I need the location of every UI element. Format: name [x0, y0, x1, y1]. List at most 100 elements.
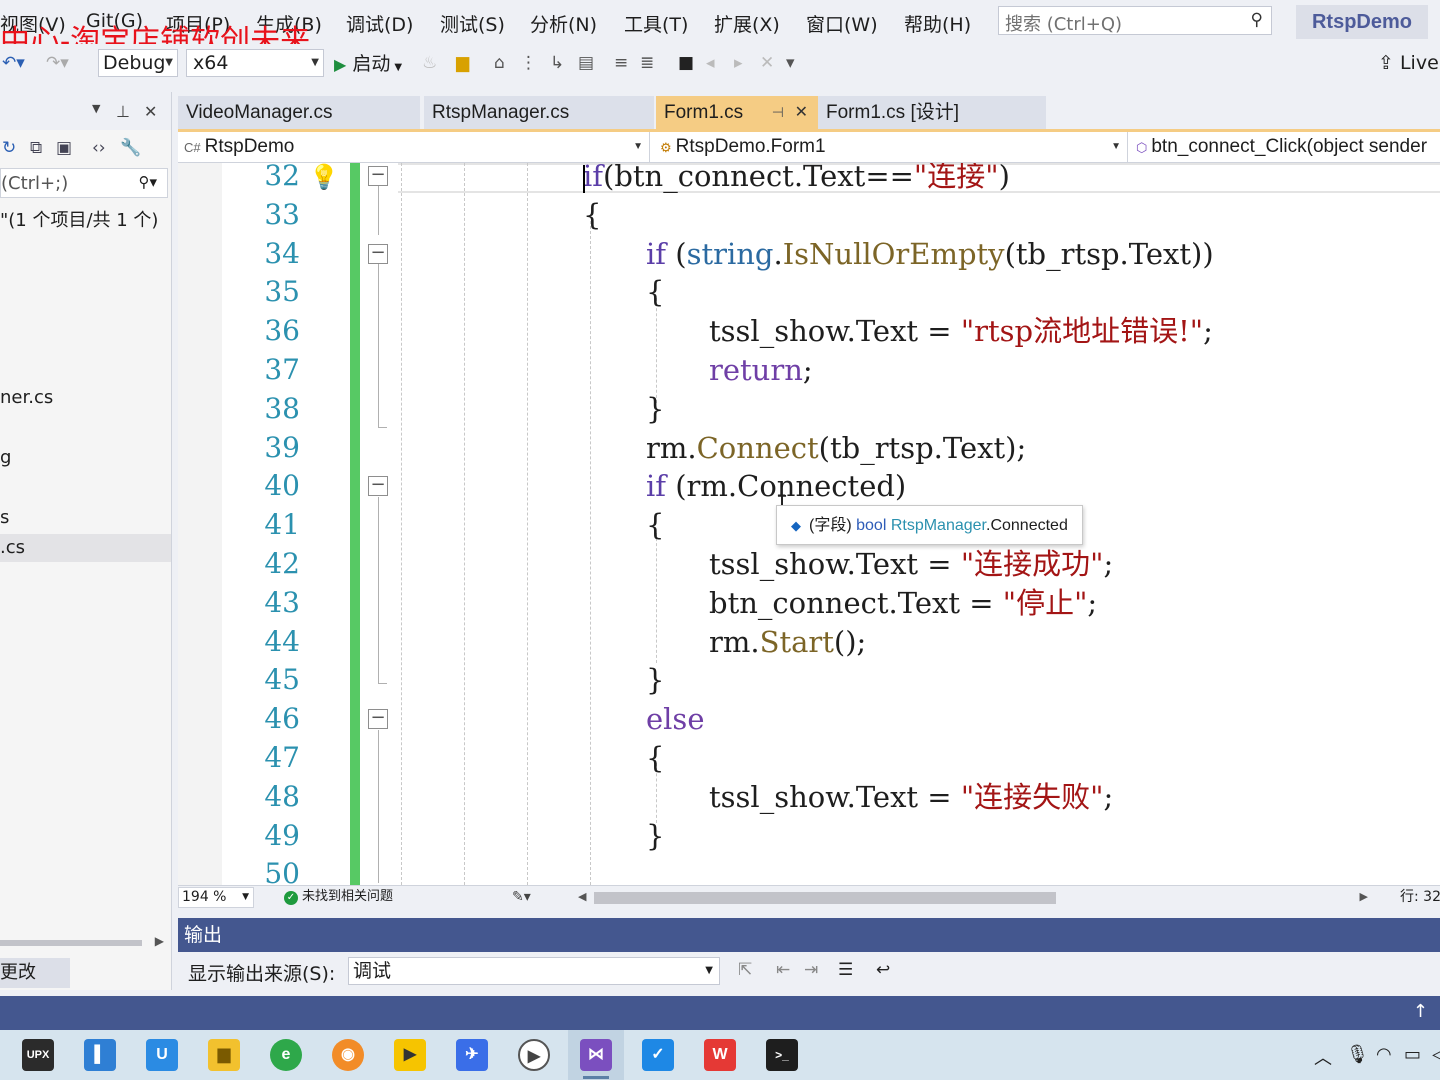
collapse-icon[interactable]: − [368, 476, 388, 497]
lightbulb-icon[interactable]: 💡 [309, 163, 339, 191]
project-dropdown[interactable]: C# RtspDemo ▼ [178, 132, 650, 163]
properties-icon[interactable]: 🔧 [120, 138, 141, 158]
visual-studio-icon[interactable]: ⋈ [580, 1039, 612, 1071]
comment-icon[interactable]: ≡ [614, 53, 628, 73]
platform-dropdown[interactable]: x64 ▼ [186, 49, 324, 77]
player-app-icon[interactable]: ▶ [394, 1039, 426, 1071]
member-dropdown[interactable]: ⬡ btn_connect_Click(object sender [1130, 132, 1440, 163]
battery-icon[interactable]: ▭ [1404, 1044, 1421, 1065]
close-icon[interactable]: ✕ [144, 102, 157, 121]
solution-item[interactable]: g [0, 444, 171, 472]
toolbar-options-icon[interactable]: ▾ [786, 53, 795, 73]
step-icon[interactable]: ↳ [550, 53, 564, 73]
feishu-app-icon[interactable]: ✈ [456, 1039, 488, 1071]
media-app-icon[interactable]: ◉ [332, 1039, 364, 1071]
quickinfo-tooltip: ◆ (字段) bool RtspManager.Connected [776, 505, 1083, 545]
uncomment-icon[interactable]: ≣ [640, 53, 654, 73]
solution-item-selected[interactable]: .cs [0, 534, 171, 562]
security-app-icon[interactable]: U [146, 1039, 178, 1071]
hot-reload-icon[interactable]: ♨ [422, 53, 437, 73]
start-debugging-button[interactable]: ▶ 启动 ▼ [334, 50, 402, 78]
editor-horizontal-scrollbar[interactable]: ◀ ▶ [578, 890, 1368, 904]
code-line: btn_connect.Text = "停止"; [709, 586, 1097, 620]
menu-help[interactable]: 帮助(H) [904, 10, 971, 37]
issues-indicator[interactable]: ✓ 未找到相关问题 [284, 886, 393, 908]
pin-icon[interactable]: ⊥ [116, 102, 130, 121]
line-number: 48 [264, 779, 300, 813]
menu-window[interactable]: 窗口(W) [806, 10, 878, 37]
bookmark-icon[interactable]: ■ [678, 53, 694, 73]
browser-icon[interactable]: e [270, 1039, 302, 1071]
tooltip-type: bool [856, 517, 887, 534]
video-player-icon[interactable]: ▶ [518, 1039, 550, 1071]
output-panel-title: 输出 [178, 918, 1440, 952]
solution-item[interactable]: ner.cs [0, 384, 171, 412]
close-icon[interactable]: ✕ [795, 96, 808, 129]
collapse-icon[interactable]: − [368, 243, 388, 264]
scroll-thumb[interactable] [594, 892, 1056, 904]
refresh-icon[interactable]: ↻ [2, 138, 16, 158]
horizontal-scrollbar[interactable]: ▶ [0, 934, 168, 950]
columns-icon[interactable]: ▤ [578, 53, 594, 73]
publish-arrow-icon[interactable]: ↑ [1413, 1001, 1428, 1022]
code-token: return [709, 353, 803, 387]
code-token: ; [1103, 779, 1114, 814]
scroll-left-icon[interactable]: ◀ [578, 886, 586, 908]
type-dropdown[interactable]: ⚙ RtspDemo.Form1 ▼ [654, 132, 1128, 163]
search-input[interactable]: 搜索 (Ctrl+Q) ⚲ [998, 6, 1272, 35]
todo-app-icon[interactable]: ✓ [642, 1039, 674, 1071]
upx-app-icon[interactable]: UPX [22, 1039, 54, 1071]
show-all-files-icon[interactable]: ▣ [56, 138, 72, 158]
output-source-dropdown[interactable]: 调试 ▼ [348, 957, 720, 985]
git-changes-tab[interactable]: 更改 [0, 958, 70, 988]
view-code-icon[interactable]: ‹› [92, 138, 106, 158]
wps-app-icon[interactable]: W [704, 1039, 736, 1071]
pin-icon[interactable]: ⊣ [772, 96, 784, 129]
terminal-app-icon[interactable]: >_ [766, 1039, 798, 1071]
chevron-down-icon[interactable]: ▼ [92, 102, 100, 115]
solution-search-input[interactable]: (Ctrl+;) ⚲▾ [0, 168, 168, 198]
menu-analyze[interactable]: 分析(N) [530, 10, 597, 37]
open-folder-icon[interactable]: ▆ [456, 53, 469, 73]
tray-expand-icon[interactable]: ︿ [1314, 1044, 1332, 1070]
outline-line [378, 497, 379, 683]
menu-extensions[interactable]: 扩展(X) [714, 10, 780, 37]
microphone-icon[interactable]: 🎙 [1346, 1044, 1369, 1065]
next-bookmark-icon[interactable]: ▸ [734, 53, 743, 73]
code-cleanup-icon[interactable]: ✎▾ [512, 886, 531, 908]
scroll-right-icon[interactable]: ▶ [155, 934, 164, 948]
prev-bookmark-icon[interactable]: ◂ [706, 53, 715, 73]
scroll-thumb[interactable] [0, 940, 142, 946]
tab-form1-designer[interactable]: Form1.cs [设计] [818, 96, 1046, 129]
file-explorer-icon[interactable]: ▆ [208, 1039, 240, 1071]
collapse-all-icon[interactable]: ⧉ [30, 138, 42, 158]
tab-videomanager[interactable]: VideoManager.cs [178, 96, 420, 129]
collapse-icon[interactable]: − [368, 166, 388, 186]
notes-app-icon[interactable]: ▌ [84, 1039, 116, 1071]
zoom-dropdown[interactable]: 194 % ▼ [178, 887, 254, 908]
clear-all-icon[interactable]: ☰ [838, 960, 853, 980]
volume-icon[interactable]: ◁ [1432, 1044, 1440, 1065]
undo-icon[interactable]: ↶▾ [2, 53, 25, 73]
clear-bookmarks-icon[interactable]: ✕ [760, 53, 774, 73]
prev-message-icon[interactable]: ⇤ [776, 960, 790, 980]
tab-rtspmanager[interactable]: RtspManager.cs [424, 96, 654, 129]
next-message-icon[interactable]: ⇥ [804, 960, 818, 980]
go-to-location-icon[interactable]: ⇱ [738, 960, 752, 980]
home-icon[interactable]: ⌂ [494, 53, 505, 73]
chevron-down-icon: ▼ [1111, 141, 1121, 152]
scroll-right-icon[interactable]: ▶ [1360, 886, 1368, 908]
wifi-icon[interactable]: ◠ [1376, 1044, 1392, 1065]
solution-item[interactable]: s [0, 504, 171, 532]
collapse-icon[interactable]: − [368, 709, 388, 730]
menu-test[interactable]: 测试(S) [440, 10, 505, 37]
configuration-dropdown[interactable]: Debug ▼ [98, 49, 178, 77]
menu-debug[interactable]: 调试(D) [346, 10, 413, 37]
redo-icon[interactable]: ↷▾ [46, 53, 69, 73]
live-share-button[interactable]: ⇪ Live [1378, 52, 1439, 74]
menu-tools[interactable]: 工具(T) [624, 10, 688, 37]
word-wrap-icon[interactable]: ↩ [876, 960, 890, 980]
menu-bar: 视图(V) Git(G) 项目(P) 生成(B) 调试(D) 测试(S) 分析(… [0, 0, 1440, 59]
toolbar-overflow-icon[interactable]: ⋮ [520, 53, 537, 73]
tab-form1-cs[interactable]: Form1.cs ⊣ ✕ [656, 96, 818, 129]
